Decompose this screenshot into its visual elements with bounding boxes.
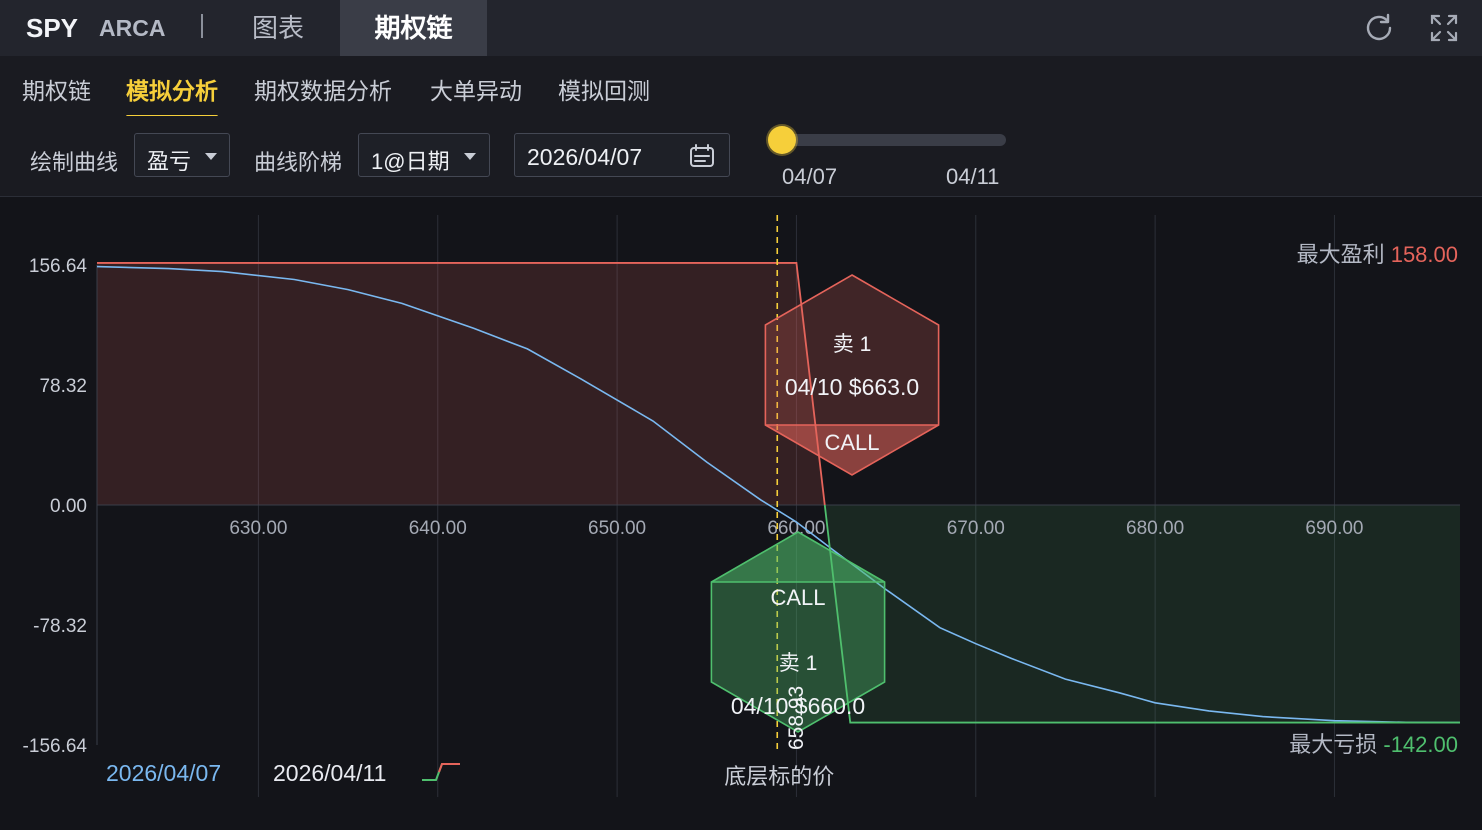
divider [201,14,203,38]
slider-end-label: 04/11 [946,164,1000,189]
curve-select-value: 盈亏 [147,149,192,174]
subtab-simulation[interactable]: 模拟分析 [126,72,218,118]
expiry-line-legend-icon [422,763,460,781]
sub-navigation: 期权链 模拟分析 期权数据分析 大单异动 模拟回测 [0,56,1482,118]
tab-option-chain[interactable]: 期权链 [340,0,487,56]
date-input-value: 2026/04/07 [527,144,643,170]
leg-detail-label: 04/10 $663.0 [785,374,919,400]
slider-start-label: 04/07 [782,164,838,189]
y-tick-label: 0.00 [50,496,87,517]
pnl-chart[interactable]: 156.64 78.32 0.00 -78.32 -156.64 630.00 640.00… [0,197,1482,830]
y-tick-label: 78.32 [39,376,87,397]
x-tick-label: 680.00 [1126,518,1184,539]
exchange-label: ARCA [99,15,166,41]
date-slider-thumb[interactable] [768,126,796,154]
subtab-backtest[interactable]: 模拟回测 [558,72,650,106]
subtab-option-data-analysis[interactable]: 期权数据分析 [254,72,392,106]
curve-select[interactable]: 盈亏 [134,133,230,177]
x-tick-label: 690.00 [1305,518,1363,539]
underlying-axis-label: 底层标的价 [724,764,834,789]
leg-type-label: CALL [770,585,825,610]
legend-current-date[interactable]: 2026/04/07 [106,760,221,787]
legend-expiry-date[interactable]: 2026/04/11 [273,760,386,787]
subtab-simulation-label: 模拟分析 [126,78,218,104]
date-slider-track[interactable] [780,134,1006,146]
subtab-unusual-activity[interactable]: 大单异动 [430,72,522,106]
max-loss-label: 最大亏损 -142.00 [1289,732,1458,757]
underlying-price-value: 658.93 [785,686,808,750]
tab-chart[interactable]: 图表 [226,0,330,56]
controls-bar: 绘制曲线 盈亏 曲线阶梯 1@日期 2026/04/07 04/07 04/11 [0,116,1482,197]
ladder-label: 曲线阶梯 [254,150,343,175]
subtab-option-chain[interactable]: 期权链 [22,72,91,106]
ladder-select-value: 1@日期 [371,149,450,174]
x-tick-label: 670.00 [947,518,1005,539]
date-input[interactable]: 2026/04/07 [514,133,730,177]
x-tick-label: 630.00 [229,518,287,539]
ticker-symbol[interactable]: SPY [26,13,78,44]
curve-label: 绘制曲线 [30,150,119,175]
x-tick-label: 650.00 [588,518,646,539]
fullscreen-icon[interactable] [1426,10,1462,46]
leg-type-label: CALL [824,430,879,455]
leg-side-label: 卖 1 [779,652,818,675]
top-bar: SPY ARCA 图表 期权链 [0,0,1482,57]
y-tick-label: -156.64 [23,736,88,757]
y-tick-label: -78.32 [33,616,87,637]
chevron-down-icon [464,153,476,160]
calendar-icon[interactable] [689,144,715,168]
y-tick-label: 156.64 [29,256,88,277]
ladder-select[interactable]: 1@日期 [358,133,490,177]
max-profit-label: 最大盈利 158.00 [1297,242,1458,267]
refresh-icon[interactable] [1361,10,1397,46]
leg-side-label: 卖 1 [833,333,872,356]
chevron-down-icon [205,153,217,160]
x-tick-label: 640.00 [409,518,467,539]
